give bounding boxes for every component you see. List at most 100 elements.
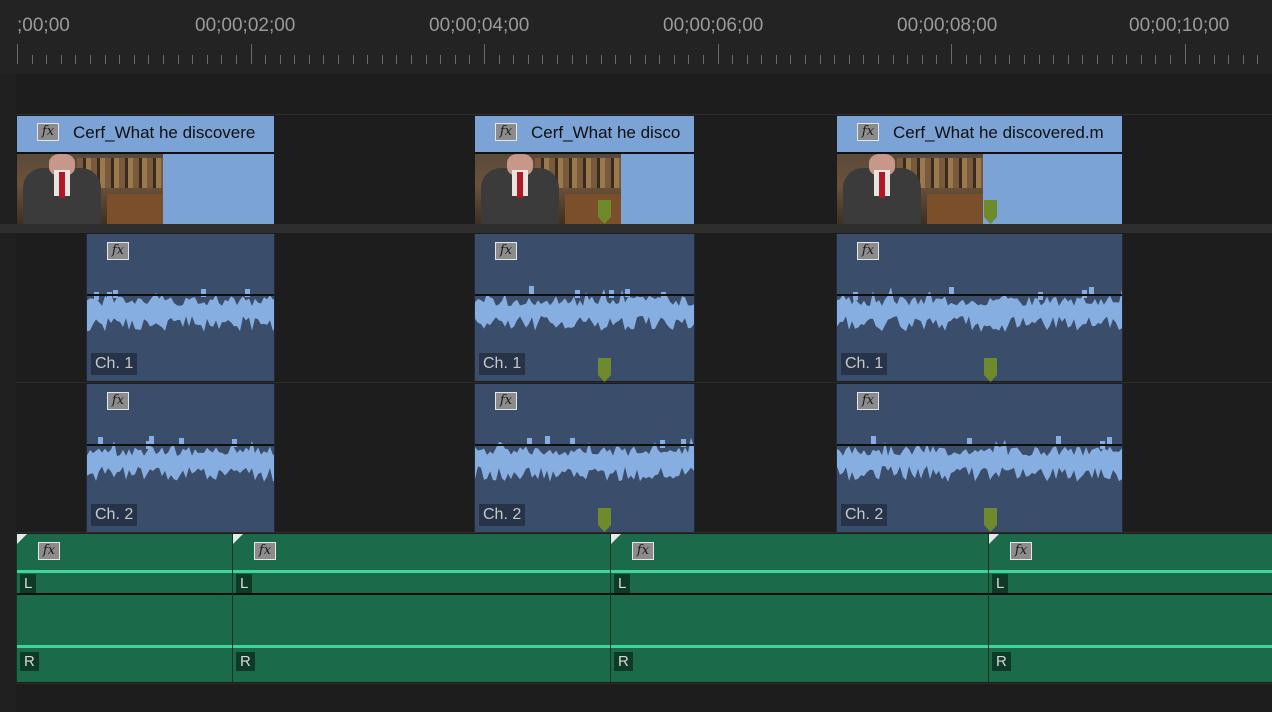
video-thumbnail: [17, 154, 163, 224]
ruler-tick: [1039, 55, 1040, 64]
ruler-tick: [572, 55, 573, 64]
marker-icon[interactable]: [598, 200, 611, 224]
ruler-tick: [105, 55, 106, 64]
audio-clip-ch1[interactable]: fx Ch. 1: [836, 234, 1123, 381]
clip-corner-icon: [611, 534, 621, 544]
ruler-tick: [61, 55, 62, 64]
fx-badge-icon[interactable]: fx: [254, 542, 276, 560]
marker-icon[interactable]: [984, 358, 997, 382]
ruler-tick: [601, 55, 602, 64]
stereo-audio-clip[interactable]: fx L R: [16, 534, 232, 682]
volume-line[interactable]: [87, 444, 274, 446]
ruler-tick: [265, 55, 266, 64]
right-channel-label: R: [614, 652, 633, 671]
timecode-label: 00;00;04;00: [429, 15, 530, 36]
audio-clip-ch1[interactable]: fx Ch. 1: [474, 234, 695, 381]
ruler-tick: [776, 55, 777, 64]
ruler-tick: [1097, 55, 1098, 64]
ruler-tick: [1068, 55, 1069, 64]
stereo-audio-clip[interactable]: fx L R: [988, 534, 1272, 682]
ruler-tick: [542, 55, 543, 64]
waveform-line: [989, 570, 1272, 573]
waveform-line: [17, 570, 232, 573]
ruler-tick: [732, 55, 733, 64]
timeline-ruler[interactable]: ;00;00 00;00;02;00 00;00;04;00 00;00;06;…: [0, 0, 1272, 74]
marker-icon[interactable]: [598, 358, 611, 382]
ruler-tick: [615, 55, 616, 64]
ruler-tick: [922, 55, 923, 64]
track-separator: [16, 114, 1272, 115]
channel-label: Ch. 1: [841, 353, 888, 375]
fx-badge-icon[interactable]: fx: [857, 123, 879, 141]
volume-line[interactable]: [837, 444, 1122, 446]
audio-clip-ch2[interactable]: fx Ch. 2: [474, 384, 695, 532]
fx-badge-icon[interactable]: fx: [38, 542, 60, 560]
video-clip[interactable]: fx Cerf_What he discovere: [17, 116, 274, 224]
ruler-tick: [396, 55, 397, 64]
volume-line[interactable]: [17, 593, 232, 595]
audio-clip-ch2[interactable]: fx Ch. 2: [86, 384, 275, 532]
fx-badge-icon[interactable]: fx: [632, 542, 654, 560]
ruler-tick: [1009, 55, 1010, 64]
channel-label: Ch. 2: [91, 504, 138, 526]
volume-line[interactable]: [989, 593, 1272, 595]
video-clip[interactable]: fx Cerf_What he disco: [475, 116, 694, 224]
ruler-tick: [688, 55, 689, 64]
volume-line[interactable]: [837, 294, 1122, 296]
clip-title: Cerf_What he discovere: [73, 123, 256, 142]
fx-badge-icon[interactable]: fx: [1010, 542, 1032, 560]
ruler-tick: [630, 55, 631, 64]
ruler-tick: [893, 55, 894, 64]
stereo-audio-clip[interactable]: fx L R: [232, 534, 610, 682]
waveform-line: [989, 645, 1272, 648]
ruler-tick: [426, 55, 427, 64]
volume-line[interactable]: [475, 294, 694, 296]
volume-line[interactable]: [611, 593, 988, 595]
ruler-tick: [1053, 55, 1054, 64]
track-separator: [16, 382, 1272, 383]
ruler-tick: [119, 55, 120, 64]
ruler-tick: [309, 55, 310, 64]
left-channel-label: L: [614, 574, 631, 593]
waveform-peak: [545, 436, 550, 444]
ruler-tick: [134, 55, 135, 64]
ruler-tick: [834, 55, 835, 64]
ruler-tick: [1214, 55, 1215, 64]
marker-icon[interactable]: [598, 508, 611, 532]
ruler-tick: [761, 55, 762, 64]
marker-icon[interactable]: [984, 200, 997, 224]
marker-icon[interactable]: [984, 508, 997, 532]
volume-line[interactable]: [233, 593, 610, 595]
ruler-tick: [1112, 55, 1113, 64]
ruler-tick: [805, 55, 806, 64]
volume-line[interactable]: [475, 444, 694, 446]
left-channel-label: L: [236, 574, 253, 593]
ruler-tick: [338, 55, 339, 64]
ruler-tick: [411, 55, 412, 64]
audio-clip-ch2[interactable]: fx Ch. 2: [836, 384, 1123, 532]
ruler-tick: [747, 55, 748, 64]
track-separator: [16, 532, 1272, 533]
ruler-tick: [1228, 55, 1229, 64]
clip-title: Cerf_What he disco: [531, 123, 681, 142]
timecode-label: ;00;00: [17, 15, 70, 36]
fx-badge-icon[interactable]: fx: [37, 123, 59, 141]
channel-label: Ch. 2: [479, 504, 526, 526]
audio-clip-ch1[interactable]: fx Ch. 1: [86, 234, 275, 381]
ruler-tick: [907, 55, 908, 64]
ruler-tick: [1170, 55, 1171, 64]
ruler-tick: [513, 55, 514, 64]
ruler-tick: [294, 55, 295, 64]
ruler-tick: [528, 55, 529, 64]
ruler-tick: [645, 55, 646, 64]
ruler-tick: [1185, 44, 1186, 64]
right-channel-label: R: [20, 652, 39, 671]
ruler-tick: [192, 55, 193, 64]
video-clip[interactable]: fx Cerf_What he discovered.m: [837, 116, 1122, 224]
stereo-audio-clip[interactable]: fx L R: [610, 534, 988, 682]
ruler-tick: [849, 55, 850, 64]
channel-label: Ch. 1: [479, 353, 526, 375]
fx-badge-icon[interactable]: fx: [495, 123, 517, 141]
volume-line[interactable]: [87, 294, 274, 296]
video-audio-divider[interactable]: [0, 224, 1272, 233]
